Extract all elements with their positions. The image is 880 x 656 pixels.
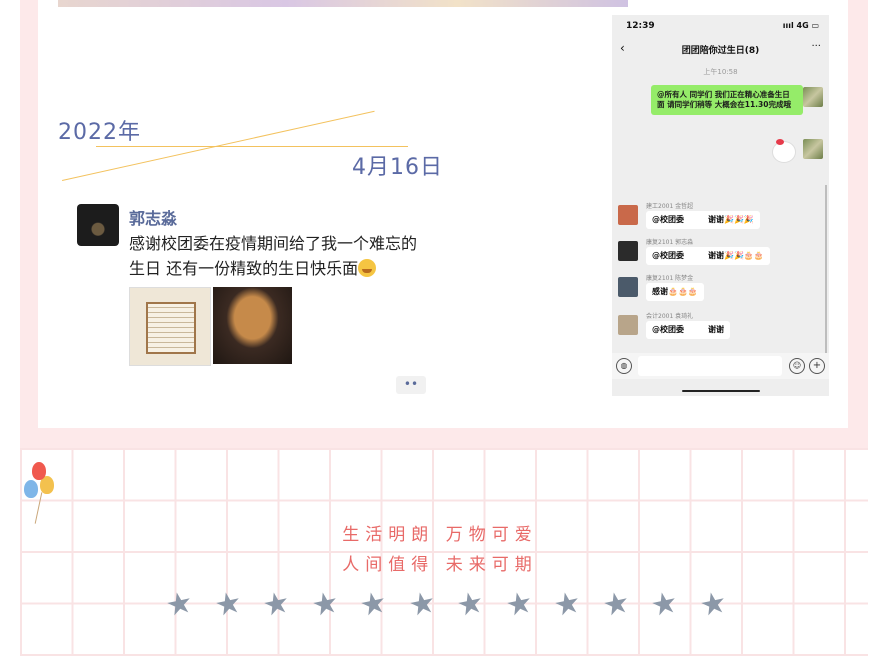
mention: @校团委 xyxy=(652,215,684,224)
chat-input-bar: ◍ ☺ + xyxy=(612,353,829,379)
mention: @校团委 xyxy=(652,325,684,334)
balloons-icon xyxy=(22,462,62,528)
status-signal: ıııl 4G ▭ xyxy=(782,21,819,30)
star-icon: ★ xyxy=(453,584,488,625)
decorative-underline xyxy=(96,146,408,147)
star-icon: ★ xyxy=(259,584,294,625)
star-icon: ★ xyxy=(211,584,245,625)
message-input[interactable] xyxy=(638,356,782,376)
member-name: 康复2101 郭志淼 xyxy=(646,239,694,246)
slogan-line-1: 生活明朗 万物可爱 xyxy=(342,525,538,545)
member-avatar xyxy=(618,205,638,225)
cake-emoji-icon: 🎉🎉🎂🎂 xyxy=(724,251,764,260)
star-divider: ★ ★ ★ ★ ★ ★ ★ ★ ★ ★ ★ ★ xyxy=(162,584,730,625)
message-bubble: @校团委 谢谢🎉🎉🎉 xyxy=(646,211,760,229)
member-avatar xyxy=(618,315,638,335)
mention: @校团委 xyxy=(652,251,684,260)
reply: 谢谢 xyxy=(708,251,724,260)
chat-message: 康复2101 郭志淼 @校团委 谢谢🎉🎉🎂🎂 xyxy=(612,237,829,271)
post-author[interactable]: 郭志淼 xyxy=(129,205,177,229)
chat-message: 会计2001 袁琦礼 @校团委 谢谢 xyxy=(612,311,829,345)
member-avatar xyxy=(618,277,638,297)
cake-emoji-icon: 🎂🎂🎂 xyxy=(668,287,698,296)
more-options-button[interactable]: •• xyxy=(396,376,426,394)
phone-status-bar: 12:39 ıııl 4G ▭ xyxy=(612,15,829,37)
chat-menu-icon[interactable]: ··· xyxy=(811,41,821,52)
hello-kitty-sticker-icon xyxy=(772,139,796,163)
star-icon: ★ xyxy=(647,584,682,625)
announcement-bubble: @所有人 同学们 我们正在精心准备生日面 请同学们稍等 大概会在11.30完成哦 xyxy=(651,85,803,115)
sender-avatar xyxy=(803,87,823,107)
star-icon: ★ xyxy=(696,584,730,625)
star-icon: ★ xyxy=(599,584,633,625)
star-icon: ★ xyxy=(405,584,439,625)
reply: 谢谢 xyxy=(708,215,724,224)
greeting-card-image xyxy=(146,302,196,354)
star-icon: ★ xyxy=(356,584,391,625)
voice-icon[interactable]: ◍ xyxy=(616,358,632,374)
network-type: 4G xyxy=(796,21,809,30)
chat-header: ‹ 团团陪你过生日(8) ··· xyxy=(612,39,829,61)
chat-screenshot: 12:39 ıııl 4G ▭ ‹ 团团陪你过生日(8) ··· 上午10:58… xyxy=(612,15,829,396)
date-day: 4月16日 xyxy=(352,155,443,180)
top-photo-strip xyxy=(58,0,628,7)
star-icon: ★ xyxy=(162,584,197,625)
chat-message: 建工2001 金哲超 @校团委 谢谢🎉🎉🎉 xyxy=(612,201,829,235)
star-icon: ★ xyxy=(550,584,585,625)
slogan-line-2: 人间值得 未来可期 xyxy=(342,555,538,575)
member-name: 会计2001 袁琦礼 xyxy=(646,313,694,320)
post-photo-noodles[interactable] xyxy=(213,287,292,364)
smile-emoji-icon xyxy=(358,259,377,277)
post-text: 感谢校团委在疫情期间给了我一个难忘的生日 还有一份精致的生日快乐面 xyxy=(129,231,429,281)
sender-avatar-2 xyxy=(803,139,823,159)
emoji-icon[interactable]: ☺ xyxy=(789,358,805,374)
party-emoji-icon: 🎉🎉🎉 xyxy=(724,215,754,224)
reply: 谢谢 xyxy=(708,325,724,334)
message-bubble: @校团委 谢谢🎉🎉🎂🎂 xyxy=(646,247,770,265)
status-time: 12:39 xyxy=(626,21,655,31)
star-icon: ★ xyxy=(308,584,342,625)
message-bubble: @校团委 谢谢 xyxy=(646,321,730,339)
home-indicator xyxy=(682,390,760,392)
post-photo-card[interactable] xyxy=(129,287,211,366)
message-bubble: 感谢🎂🎂🎂 xyxy=(646,283,704,301)
member-name: 建工2001 金哲超 xyxy=(646,203,694,210)
chat-message: 康复2101 陈梦金 感谢🎂🎂🎂 xyxy=(612,273,829,307)
chat-title: 团团陪你过生日(8) xyxy=(681,46,760,56)
member-name: 康复2101 陈梦金 xyxy=(646,275,694,282)
star-icon: ★ xyxy=(502,584,536,625)
plus-icon[interactable]: + xyxy=(809,358,825,374)
mention: 感谢 xyxy=(652,287,668,296)
member-avatar xyxy=(618,241,638,261)
date-year: 2022年 xyxy=(58,120,141,145)
author-avatar[interactable] xyxy=(77,204,119,246)
chat-timestamp: 上午10:58 xyxy=(703,68,738,76)
